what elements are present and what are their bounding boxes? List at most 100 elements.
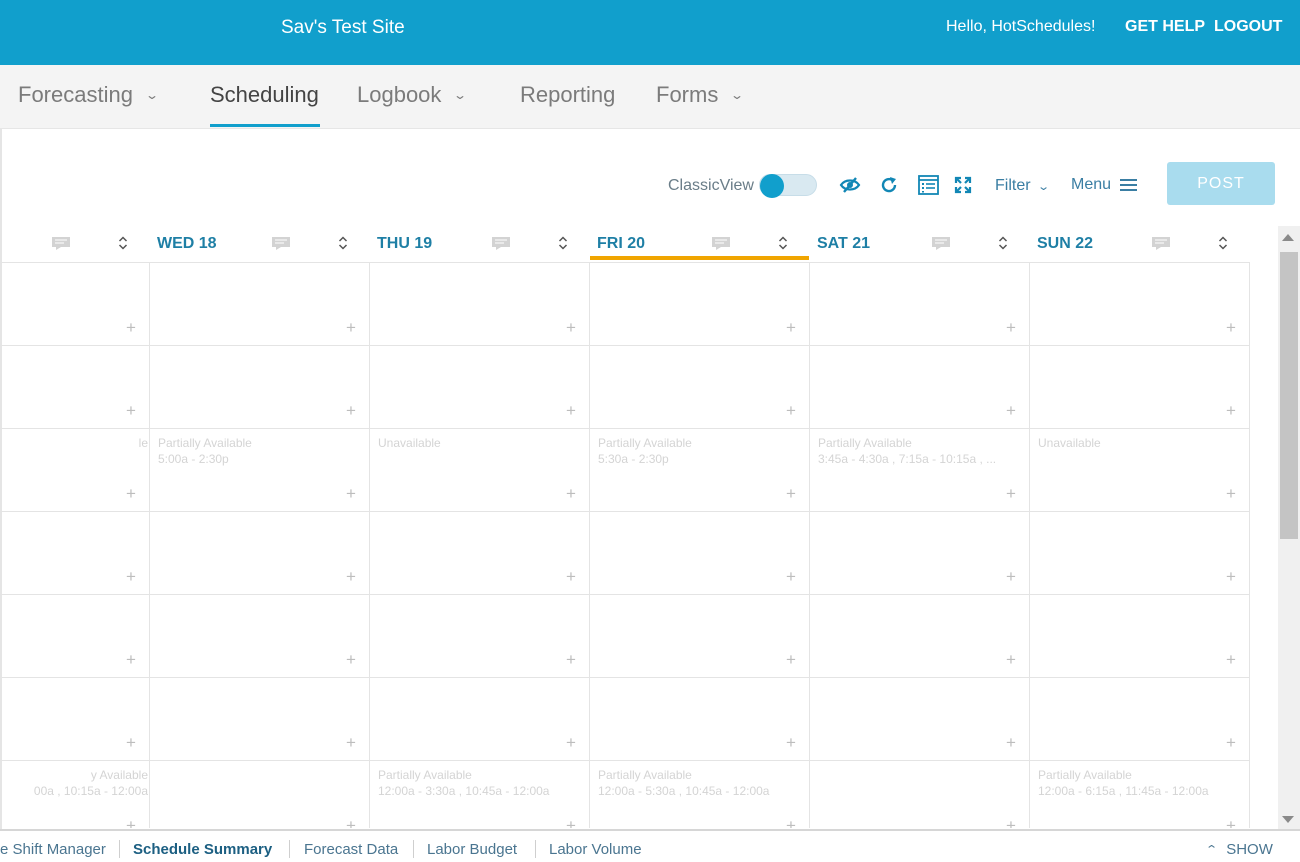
- note-icon[interactable]: [712, 237, 730, 250]
- add-shift-button[interactable]: +: [566, 568, 576, 585]
- get-help-link[interactable]: GET HELP: [1125, 18, 1205, 36]
- note-icon[interactable]: [932, 237, 950, 250]
- main-nav: Forecasting ⌄ Scheduling Logbook ⌄ Repor…: [0, 65, 1300, 129]
- nav-forms[interactable]: Forms ⌄: [656, 82, 745, 108]
- add-shift-button[interactable]: +: [126, 485, 136, 502]
- add-shift-button[interactable]: +: [786, 485, 796, 502]
- logout-link[interactable]: LOGOUT: [1214, 18, 1282, 36]
- add-shift-button[interactable]: +: [566, 651, 576, 668]
- site-title[interactable]: Sav's Test Site: [281, 17, 405, 39]
- add-shift-button[interactable]: +: [1226, 319, 1236, 336]
- availability-status: Partially Available: [1038, 768, 1132, 782]
- add-shift-button[interactable]: +: [786, 651, 796, 668]
- add-shift-button[interactable]: +: [566, 402, 576, 419]
- row-divider: [0, 677, 1250, 678]
- scroll-down-arrow[interactable]: [1282, 816, 1294, 823]
- tab-labor-volume[interactable]: Labor Volume: [549, 841, 642, 858]
- chevron-down-icon: ⌄: [730, 88, 745, 102]
- note-icon[interactable]: [492, 237, 510, 250]
- add-shift-button[interactable]: +: [346, 817, 356, 828]
- tab-schedule-summary[interactable]: Schedule Summary: [133, 841, 272, 858]
- scroll-thumb[interactable]: [1280, 252, 1298, 539]
- availability-status: le: [138, 436, 148, 450]
- nav-logbook[interactable]: Logbook ⌄: [357, 82, 467, 108]
- add-shift-button[interactable]: +: [346, 651, 356, 668]
- add-shift-button[interactable]: +: [126, 734, 136, 751]
- add-shift-button[interactable]: +: [346, 568, 356, 585]
- row-divider: [0, 511, 1250, 512]
- day-label[interactable]: WED 18: [157, 235, 217, 253]
- tab-shift-manager[interactable]: e Shift Manager: [0, 841, 106, 858]
- add-shift-button[interactable]: +: [1006, 817, 1016, 828]
- add-shift-button[interactable]: +: [126, 319, 136, 336]
- add-shift-button[interactable]: +: [346, 402, 356, 419]
- nav-scheduling[interactable]: Scheduling: [210, 82, 319, 108]
- day-label[interactable]: SAT 21: [817, 235, 870, 253]
- add-shift-button[interactable]: +: [1006, 734, 1016, 751]
- add-shift-button[interactable]: +: [786, 319, 796, 336]
- sort-icon[interactable]: [338, 234, 348, 252]
- add-shift-button[interactable]: +: [1006, 651, 1016, 668]
- tab-labor-budget[interactable]: Labor Budget: [427, 841, 517, 858]
- column-divider: [1029, 263, 1030, 828]
- note-icon[interactable]: [272, 237, 290, 250]
- sort-icon[interactable]: [998, 234, 1008, 252]
- menu-button[interactable]: Menu: [1071, 176, 1138, 194]
- add-shift-button[interactable]: +: [786, 817, 796, 828]
- add-shift-button[interactable]: +: [1226, 651, 1236, 668]
- add-shift-button[interactable]: +: [566, 485, 576, 502]
- availability-status: Partially Available: [158, 436, 252, 450]
- add-shift-button[interactable]: +: [1226, 817, 1236, 828]
- add-shift-button[interactable]: +: [566, 817, 576, 828]
- add-shift-button[interactable]: +: [1226, 402, 1236, 419]
- day-header: SAT 21: [810, 226, 1030, 262]
- add-shift-button[interactable]: +: [1226, 568, 1236, 585]
- add-shift-button[interactable]: +: [126, 651, 136, 668]
- add-shift-button[interactable]: +: [126, 817, 136, 828]
- day-header: SUN 22: [1030, 226, 1250, 262]
- add-shift-button[interactable]: +: [1226, 485, 1236, 502]
- add-shift-button[interactable]: +: [1006, 485, 1016, 502]
- availability-note: Unavailable: [378, 435, 441, 451]
- day-label[interactable]: SUN 22: [1037, 235, 1093, 253]
- add-shift-button[interactable]: +: [346, 319, 356, 336]
- add-shift-button[interactable]: +: [1006, 402, 1016, 419]
- add-shift-button[interactable]: +: [126, 402, 136, 419]
- classic-view-toggle[interactable]: [759, 174, 817, 198]
- chevron-down-icon: ⌄: [144, 88, 160, 102]
- hide-icon[interactable]: [839, 174, 861, 196]
- expand-icon[interactable]: [952, 174, 974, 196]
- nav-reporting[interactable]: Reporting: [520, 82, 615, 108]
- post-button[interactable]: POST: [1167, 162, 1275, 205]
- add-shift-button[interactable]: +: [1226, 734, 1236, 751]
- day-label[interactable]: THU 19: [377, 235, 432, 253]
- scroll-up-arrow[interactable]: [1282, 234, 1294, 241]
- add-shift-button[interactable]: +: [346, 485, 356, 502]
- day-label[interactable]: FRI 20: [597, 235, 645, 253]
- sort-icon[interactable]: [558, 234, 568, 252]
- show-toggle[interactable]: ⌃ SHOW: [1205, 841, 1273, 858]
- refresh-icon[interactable]: [878, 174, 900, 196]
- tab-forecast-data[interactable]: Forecast Data: [304, 841, 398, 858]
- row-divider: [0, 345, 1250, 346]
- note-icon[interactable]: [1152, 237, 1170, 250]
- add-shift-button[interactable]: +: [1006, 319, 1016, 336]
- sort-icon[interactable]: [778, 234, 788, 252]
- list-view-icon[interactable]: [917, 174, 939, 196]
- add-shift-button[interactable]: +: [126, 568, 136, 585]
- note-icon[interactable]: [52, 237, 70, 250]
- add-shift-button[interactable]: +: [786, 568, 796, 585]
- sort-icon[interactable]: [1218, 234, 1228, 252]
- add-shift-button[interactable]: +: [1006, 568, 1016, 585]
- add-shift-button[interactable]: +: [566, 319, 576, 336]
- filter-dropdown[interactable]: Filter ⌄: [995, 177, 1050, 195]
- add-shift-button[interactable]: +: [786, 402, 796, 419]
- availability-status: y Available: [90, 768, 148, 782]
- add-shift-button[interactable]: +: [786, 734, 796, 751]
- sort-icon[interactable]: [118, 234, 128, 252]
- add-shift-button[interactable]: +: [566, 734, 576, 751]
- nav-forecasting[interactable]: Forecasting ⌄: [18, 82, 160, 108]
- nav-scheduling-label: Scheduling: [210, 82, 319, 107]
- add-shift-button[interactable]: +: [346, 734, 356, 751]
- classic-view-label: ClassicView: [668, 177, 754, 194]
